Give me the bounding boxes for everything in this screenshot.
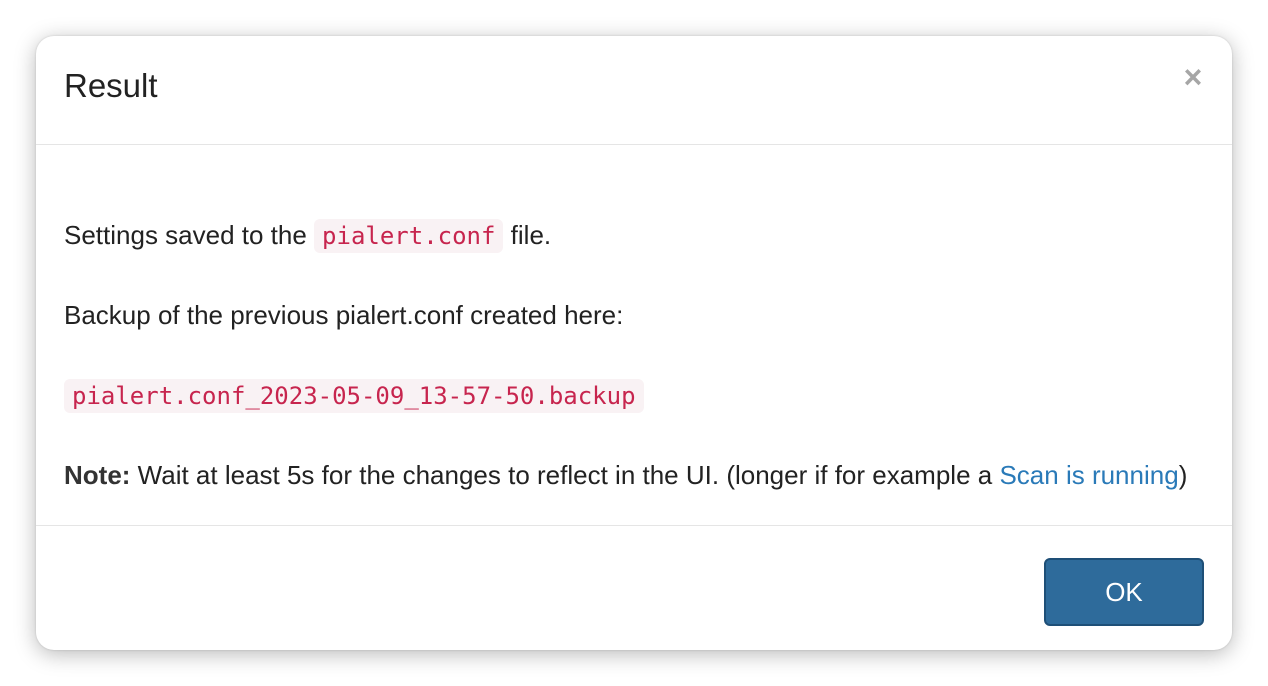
result-dialog: Result × Settings saved to the pialert.c… <box>36 36 1232 650</box>
dialog-body: Settings saved to the pialert.conf file.… <box>36 145 1232 526</box>
backup-filename-line: pialert.conf_2023-05-09_13-57-50.backup <box>64 377 644 414</box>
note-label: Note: <box>64 460 131 490</box>
dialog-footer: OK <box>36 526 1232 650</box>
note-end: ) <box>1178 460 1188 490</box>
config-filename: pialert.conf <box>314 219 504 253</box>
settings-saved-prefix: Settings saved to the <box>64 220 315 250</box>
scan-running-link[interactable]: Scan is running <box>999 460 1178 490</box>
dialog-title: Result <box>64 67 158 104</box>
dialog-header: Result × <box>36 36 1232 145</box>
ok-button[interactable]: OK <box>1044 558 1204 626</box>
note-text: Wait at least 5s for the changes to refl… <box>130 460 1000 490</box>
note-message: Note: Wait at least 5s for the changes t… <box>64 457 1187 493</box>
backup-message: Backup of the previous pialert.conf crea… <box>64 300 624 330</box>
settings-saved-message: Settings saved to the pialert.conf file. <box>64 217 551 254</box>
settings-saved-suffix: file. <box>503 220 552 250</box>
backup-filename: pialert.conf_2023-05-09_13-57-50.backup <box>64 379 644 413</box>
close-icon[interactable]: × <box>1180 60 1206 94</box>
